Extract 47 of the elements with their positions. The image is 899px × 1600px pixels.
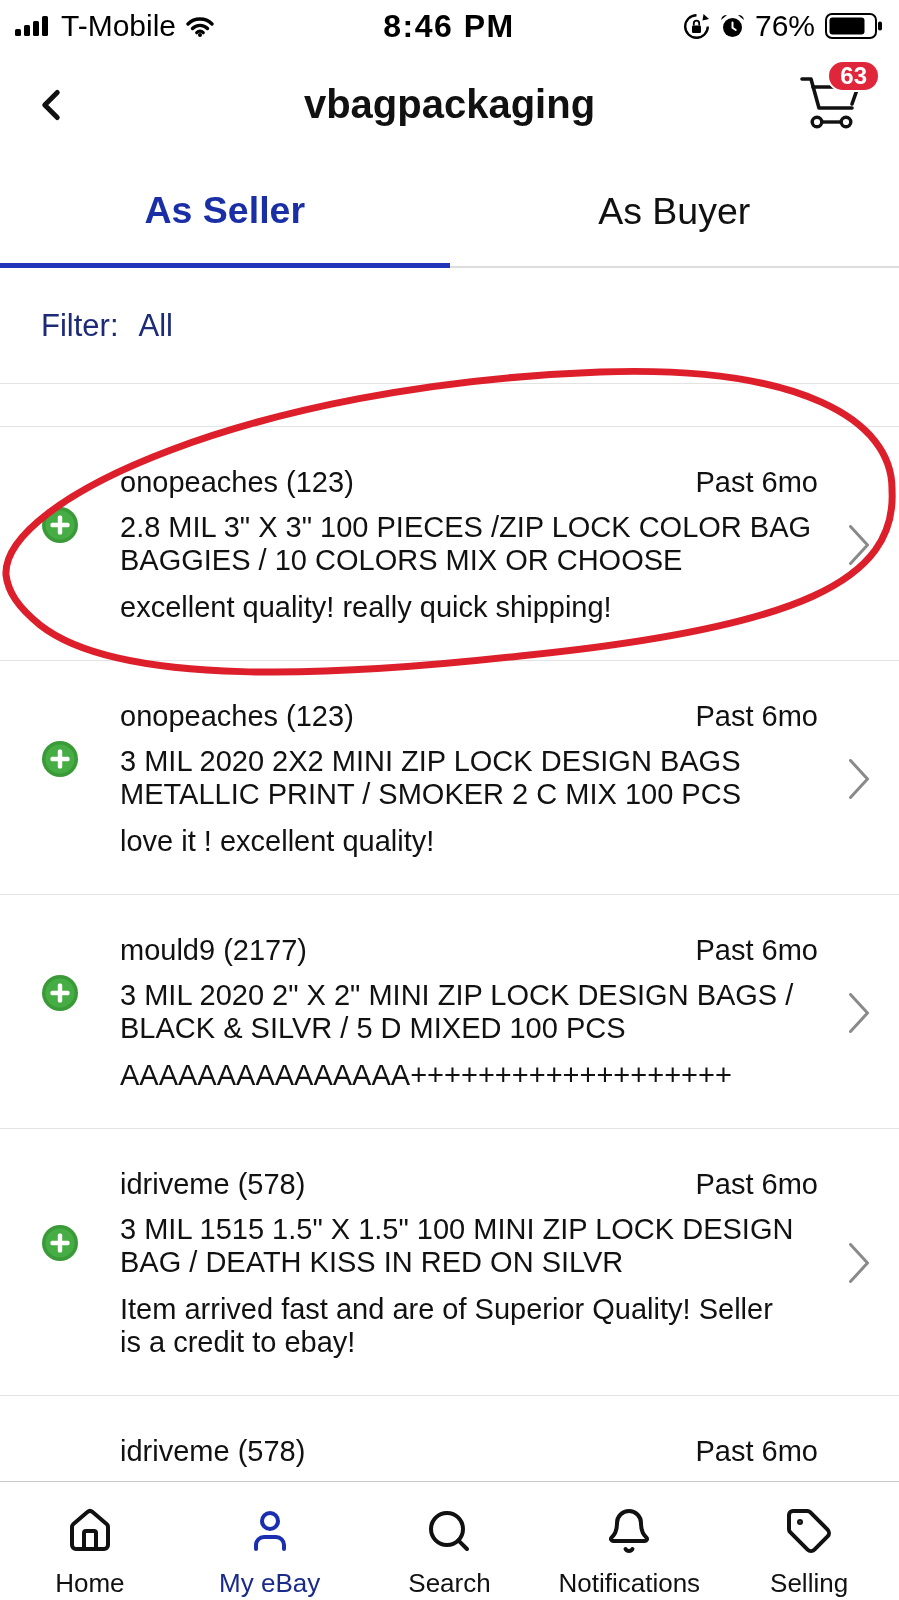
filter-value[interactable]: All [138, 307, 173, 344]
carrier-name: T-Mobile [61, 11, 177, 41]
battery-percent: 76% [754, 11, 815, 41]
chevron-right-icon [848, 992, 869, 1033]
wifi-icon [186, 15, 215, 37]
tag-icon [785, 1507, 834, 1555]
feedback-comment: AAAAAAAAAAAAAAA+++++++++++++++++++ [120, 1059, 733, 1092]
feedback-period: Past 6mo [695, 1434, 818, 1468]
status-time: 8:46 PM [383, 10, 515, 42]
seller-name: onopeaches (123) [120, 699, 354, 733]
seller-name: mould9 (2177) [120, 933, 307, 967]
feedback-comment: excellent quality! really quick shipping! [120, 591, 613, 624]
page-title: vbagpackaging [303, 82, 596, 127]
nav-tab[interactable]: Search [359, 1482, 540, 1600]
feedback-period: Past 6mo [695, 933, 818, 967]
cart-count-badge: 63 [827, 60, 880, 92]
seller-name: idriveme (578) [120, 1167, 306, 1201]
seller-name: onopeaches (123) [120, 465, 354, 499]
feedback-comment: Item arrived fast and are of Superior Quality! Seller is a credit to ebay! [120, 1293, 774, 1359]
cart-button[interactable]: 63 [800, 60, 880, 130]
item-title: 2.8 MIL 3" X 3" 100 PIECES /ZIP LOCK COLOR BAG BAGGIES / 10 COLORS MIX OR CHOOSE [120, 511, 813, 577]
plus-circle-icon [41, 505, 79, 544]
feedback-comment: love it ! excellent quality! [120, 825, 436, 858]
item-title: 3 MIL 1515 1.5" X 1.5" 100 MINI ZIP LOCK DESIGN BAG / DEATH KISS IN RED ON SILVR [120, 1213, 795, 1279]
rotation-lock-icon [682, 12, 710, 40]
nav-tab[interactable]: Selling [719, 1482, 899, 1600]
nav-tab[interactable]: My eBay [179, 1482, 360, 1600]
nav-tab[interactable]: Home [0, 1482, 180, 1600]
chevron-right-icon [848, 524, 869, 565]
plus-circle-icon [41, 973, 79, 1012]
tab[interactable]: As Seller [0, 157, 450, 268]
signal-bars-icon [15, 16, 51, 36]
tab[interactable]: As Buyer [449, 157, 899, 268]
battery-icon [825, 13, 883, 39]
plus-circle-icon [41, 1224, 79, 1262]
plus-circle-icon [41, 739, 79, 778]
seller-name: idriveme (578) [120, 1434, 306, 1468]
item-title: 3 MIL 2020 2" X 2" MINI ZIP LOCK DESIGN BAGS / BLACK & SILVR / 5 D MIXED 100 PCS [120, 979, 795, 1045]
chevron-right-icon [848, 758, 869, 799]
feedback-period: Past 6mo [695, 465, 818, 499]
chevron-right-icon [848, 1243, 869, 1283]
nav-tab[interactable]: Notifications [539, 1482, 720, 1600]
alarm-clock-icon [719, 13, 745, 39]
feedback-period: Past 6mo [695, 699, 818, 733]
feedback-period: Past 6mo [695, 1167, 818, 1201]
item-title: 3 MIL 2020 2X2 MINI ZIP LOCK DESIGN BAGS METALLIC PRINT / SMOKER 2 C MIX 100 PCS [120, 745, 742, 811]
filter-label: Filter: [41, 307, 119, 344]
